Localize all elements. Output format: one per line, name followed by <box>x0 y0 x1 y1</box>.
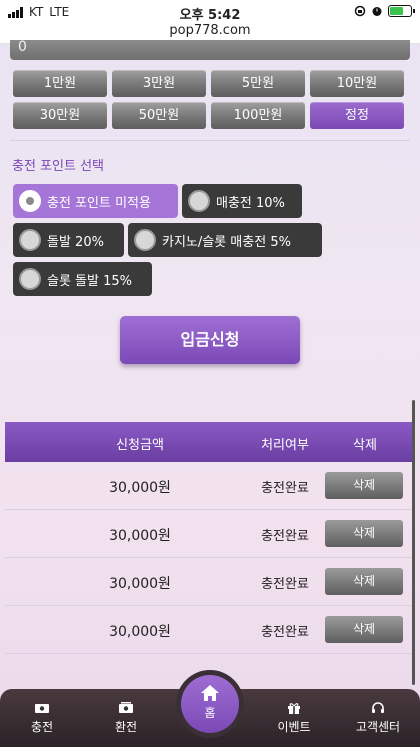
header-status: 처리여부 <box>261 438 309 453</box>
status-bar: KT LTE 오후 5:42 pop778.com <box>0 0 420 44</box>
option-label: 돌발 20% <box>47 234 104 250</box>
gift-icon <box>288 703 300 714</box>
home-icon <box>201 685 219 701</box>
amount-button-50man[interactable]: 50만원 <box>112 102 206 129</box>
money-icon <box>35 704 49 713</box>
option-label: 매충전 10% <box>216 195 285 211</box>
divider <box>10 140 410 141</box>
row-status: 충전완료 <box>261 529 309 544</box>
header-amount: 신청금액 <box>116 438 164 453</box>
amount-button-100man[interactable]: 100만원 <box>211 102 305 129</box>
amount-button-grid: 1만원 3만원 5만원 10만원 30만원 50만원 100만원 정정 <box>13 70 407 129</box>
table-row: 30,000원 충전완료 삭제 <box>5 462 415 510</box>
nav-label: 충전 <box>30 720 54 734</box>
delete-button[interactable]: 삭제 <box>325 616 403 643</box>
delete-button[interactable]: 삭제 <box>325 520 403 547</box>
amount-button-10man[interactable]: 10만원 <box>310 70 404 97</box>
browser-url[interactable]: pop778.com <box>0 23 420 38</box>
scrollbar[interactable] <box>412 400 415 685</box>
row-status: 충전완료 <box>261 481 309 496</box>
deposit-request-button[interactable]: 입금신청 <box>120 316 300 364</box>
radio-icon <box>134 229 156 251</box>
row-amount: 30,000원 <box>109 480 171 496</box>
home-button-face: 홈 <box>181 675 239 733</box>
nav-item-support[interactable]: 고객센터 <box>343 701 413 735</box>
point-option-none[interactable]: 충전 포인트 미적용 <box>13 184 178 218</box>
amount-button-5man[interactable]: 5만원 <box>211 70 305 97</box>
table-row: 30,000원 충전완료 삭제 <box>5 510 415 558</box>
section-title: 충전 포인트 선택 <box>12 159 104 174</box>
radio-icon <box>19 190 41 212</box>
exchange-money-icon <box>119 702 133 713</box>
row-status: 충전완료 <box>261 577 309 592</box>
point-option-sudden-20[interactable]: 돌발 20% <box>13 223 124 257</box>
option-label: 카지노/슬롯 매충전 5% <box>162 234 291 250</box>
battery-icon <box>388 5 415 17</box>
nav-label: 이벤트 <box>277 720 311 734</box>
delete-button[interactable]: 삭제 <box>325 568 403 595</box>
orientation-lock-icon <box>354 5 366 17</box>
row-amount: 30,000원 <box>109 528 171 544</box>
header-delete: 삭제 <box>353 438 377 453</box>
table-header: 신청금액 처리여부 삭제 <box>5 422 415 462</box>
row-amount: 30,000원 <box>109 576 171 592</box>
nav-item-charge[interactable]: 충전 <box>7 701 77 735</box>
alarm-icon <box>372 7 382 16</box>
point-option-every-10[interactable]: 매충전 10% <box>182 184 302 218</box>
amount-reset-button[interactable]: 정정 <box>310 102 404 129</box>
option-label: 충전 포인트 미적용 <box>47 195 151 211</box>
amount-button-1man[interactable]: 1만원 <box>13 70 107 97</box>
nav-item-exchange[interactable]: 환전 <box>91 701 161 735</box>
nav-label: 홈 <box>204 706 216 720</box>
point-option-casino-slot-5[interactable]: 카지노/슬롯 매충전 5% <box>128 223 322 257</box>
amount-input[interactable]: 0 <box>10 40 410 60</box>
delete-button[interactable]: 삭제 <box>325 472 403 499</box>
nav-item-home[interactable]: 홈 <box>176 670 244 738</box>
radio-icon <box>19 268 41 290</box>
nav-label: 고객센터 <box>355 720 401 734</box>
headset-icon <box>372 702 384 713</box>
table-row: 30,000원 충전완료 삭제 <box>5 606 415 654</box>
nav-item-event[interactable]: 이벤트 <box>259 701 329 735</box>
option-label: 슬롯 돌발 15% <box>47 273 132 289</box>
amount-button-3man[interactable]: 3만원 <box>112 70 206 97</box>
radio-icon <box>188 190 210 212</box>
nav-label: 환전 <box>114 720 138 734</box>
amount-button-30man[interactable]: 30만원 <box>13 102 107 129</box>
row-amount: 30,000원 <box>109 624 171 640</box>
status-right <box>354 5 415 17</box>
radio-icon <box>19 229 41 251</box>
table-row: 30,000원 충전완료 삭제 <box>5 558 415 606</box>
point-option-slot-sudden-15[interactable]: 슬롯 돌발 15% <box>13 262 152 296</box>
row-status: 충전완료 <box>261 625 309 640</box>
